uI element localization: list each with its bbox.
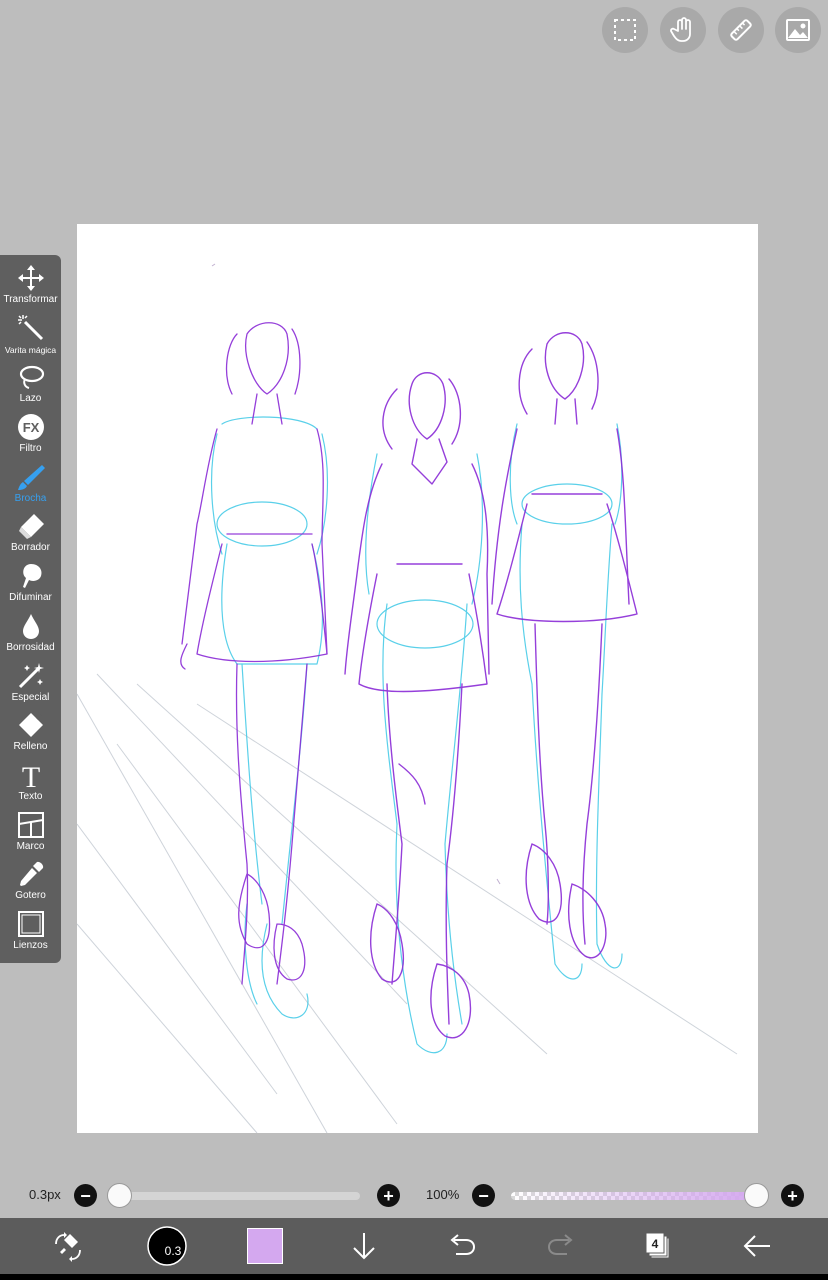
redo-icon [547, 1234, 573, 1255]
arrow-down-icon [353, 1233, 375, 1260]
tool-frame[interactable]: Marco [0, 810, 61, 860]
tool-transform[interactable]: Transformar [0, 263, 61, 313]
magic-wand-icon [16, 313, 46, 343]
tool-label: Varita mágica [4, 344, 57, 355]
tool-label: Lienzos [13, 939, 48, 951]
tool-panel: Transformar Varita mágica Lazo FX Filtro… [0, 255, 61, 963]
tool-filter[interactable]: FX Filtro [0, 412, 61, 462]
opacity-slider[interactable] [511, 1192, 757, 1200]
tool-label: Gotero [15, 890, 46, 902]
hand-button[interactable] [660, 7, 706, 53]
bottom-toolbar: 0.3 4 [0, 1218, 828, 1274]
text-icon: T [16, 760, 46, 790]
tool-special[interactable]: Especial [0, 661, 61, 711]
tool-label: Difuminar [9, 592, 52, 604]
tool-label: Transformar [3, 294, 58, 305]
redo-button[interactable] [541, 1226, 581, 1266]
opacity-decrease-button[interactable]: − [472, 1184, 495, 1207]
tool-label: Especial [11, 691, 50, 703]
tool-label: Borrador [11, 542, 50, 554]
tool-lasso[interactable]: Lazo [0, 362, 61, 412]
lasso-icon [16, 362, 46, 392]
opacity-increase-button[interactable]: + [781, 1184, 804, 1207]
eraser-icon [16, 511, 46, 541]
tool-label: Lazo [19, 393, 42, 405]
canvas-icon [16, 909, 46, 939]
brush-size-slider[interactable] [120, 1192, 360, 1200]
layers-icon: 4 [645, 1232, 670, 1259]
brush-size-button[interactable]: 0.3 [146, 1225, 188, 1267]
sketch-artwork [77, 263, 738, 1133]
back-button[interactable] [737, 1226, 777, 1266]
tool-brush[interactable]: Brocha [0, 462, 61, 512]
ruler-icon [730, 19, 752, 41]
tool-label: Relleno [13, 741, 48, 753]
tool-blur[interactable]: Borrosidad [0, 611, 61, 661]
brush-icon [16, 462, 46, 492]
svg-text:0.3: 0.3 [165, 1244, 182, 1258]
tool-label: Marco [16, 840, 45, 852]
fx-icon: FX [16, 412, 46, 442]
eyedropper-icon [16, 859, 46, 889]
tool-eyedropper[interactable]: Gotero [0, 859, 61, 909]
hand-icon [670, 17, 691, 42]
selection-button[interactable] [602, 7, 648, 53]
fill-icon [16, 710, 46, 740]
current-color-swatch [247, 1228, 283, 1264]
undo-button[interactable] [442, 1226, 482, 1266]
layers-button[interactable]: 4 [638, 1226, 678, 1266]
swap-tools-icon [55, 1232, 81, 1262]
tool-label: Brocha [14, 492, 47, 504]
frame-icon [16, 810, 46, 840]
brush-sliders: 0.3px − + 100% − + [0, 1180, 828, 1212]
tool-canvas[interactable]: Lienzos [0, 909, 61, 959]
brush-size-value: 0.3px [29, 1187, 61, 1202]
ruler-button[interactable] [718, 7, 764, 53]
tool-smudge[interactable]: Difuminar [0, 561, 61, 611]
brush-size-indicator: 0.3 [147, 1226, 187, 1266]
brush-size-slider-handle[interactable] [107, 1183, 132, 1208]
special-icon [16, 661, 46, 691]
tool-fill[interactable]: Relleno [0, 710, 61, 760]
smudge-icon [16, 561, 46, 591]
svg-text:FX: FX [22, 420, 39, 435]
arrow-left-icon [743, 1235, 770, 1257]
undo-icon [450, 1234, 476, 1255]
drawing-canvas[interactable] [77, 224, 758, 1133]
drop-icon [16, 611, 46, 641]
tool-label: Borrosidad [6, 641, 55, 653]
tool-label: Texto [18, 790, 43, 802]
brush-size-increase-button[interactable]: + [377, 1184, 400, 1207]
brush-size-decrease-button[interactable]: − [74, 1184, 97, 1207]
move-down-button[interactable] [344, 1226, 384, 1266]
navigation-edge [0, 1274, 828, 1280]
svg-text:T: T [21, 761, 39, 789]
opacity-slider-handle[interactable] [744, 1183, 769, 1208]
tool-eraser[interactable]: Borrador [0, 511, 61, 561]
quick-switch-button[interactable] [48, 1226, 88, 1266]
color-swatch-button[interactable] [245, 1226, 285, 1266]
tool-magic-wand[interactable]: Varita mágica [0, 313, 61, 363]
image-icon [786, 19, 810, 41]
svg-text:4: 4 [652, 1237, 659, 1251]
image-button[interactable] [775, 7, 821, 53]
move-icon [16, 263, 46, 293]
opacity-value: 100% [426, 1187, 460, 1202]
tool-text[interactable]: T Texto [0, 760, 61, 810]
selection-icon [614, 19, 636, 41]
tool-label: Filtro [19, 443, 42, 455]
